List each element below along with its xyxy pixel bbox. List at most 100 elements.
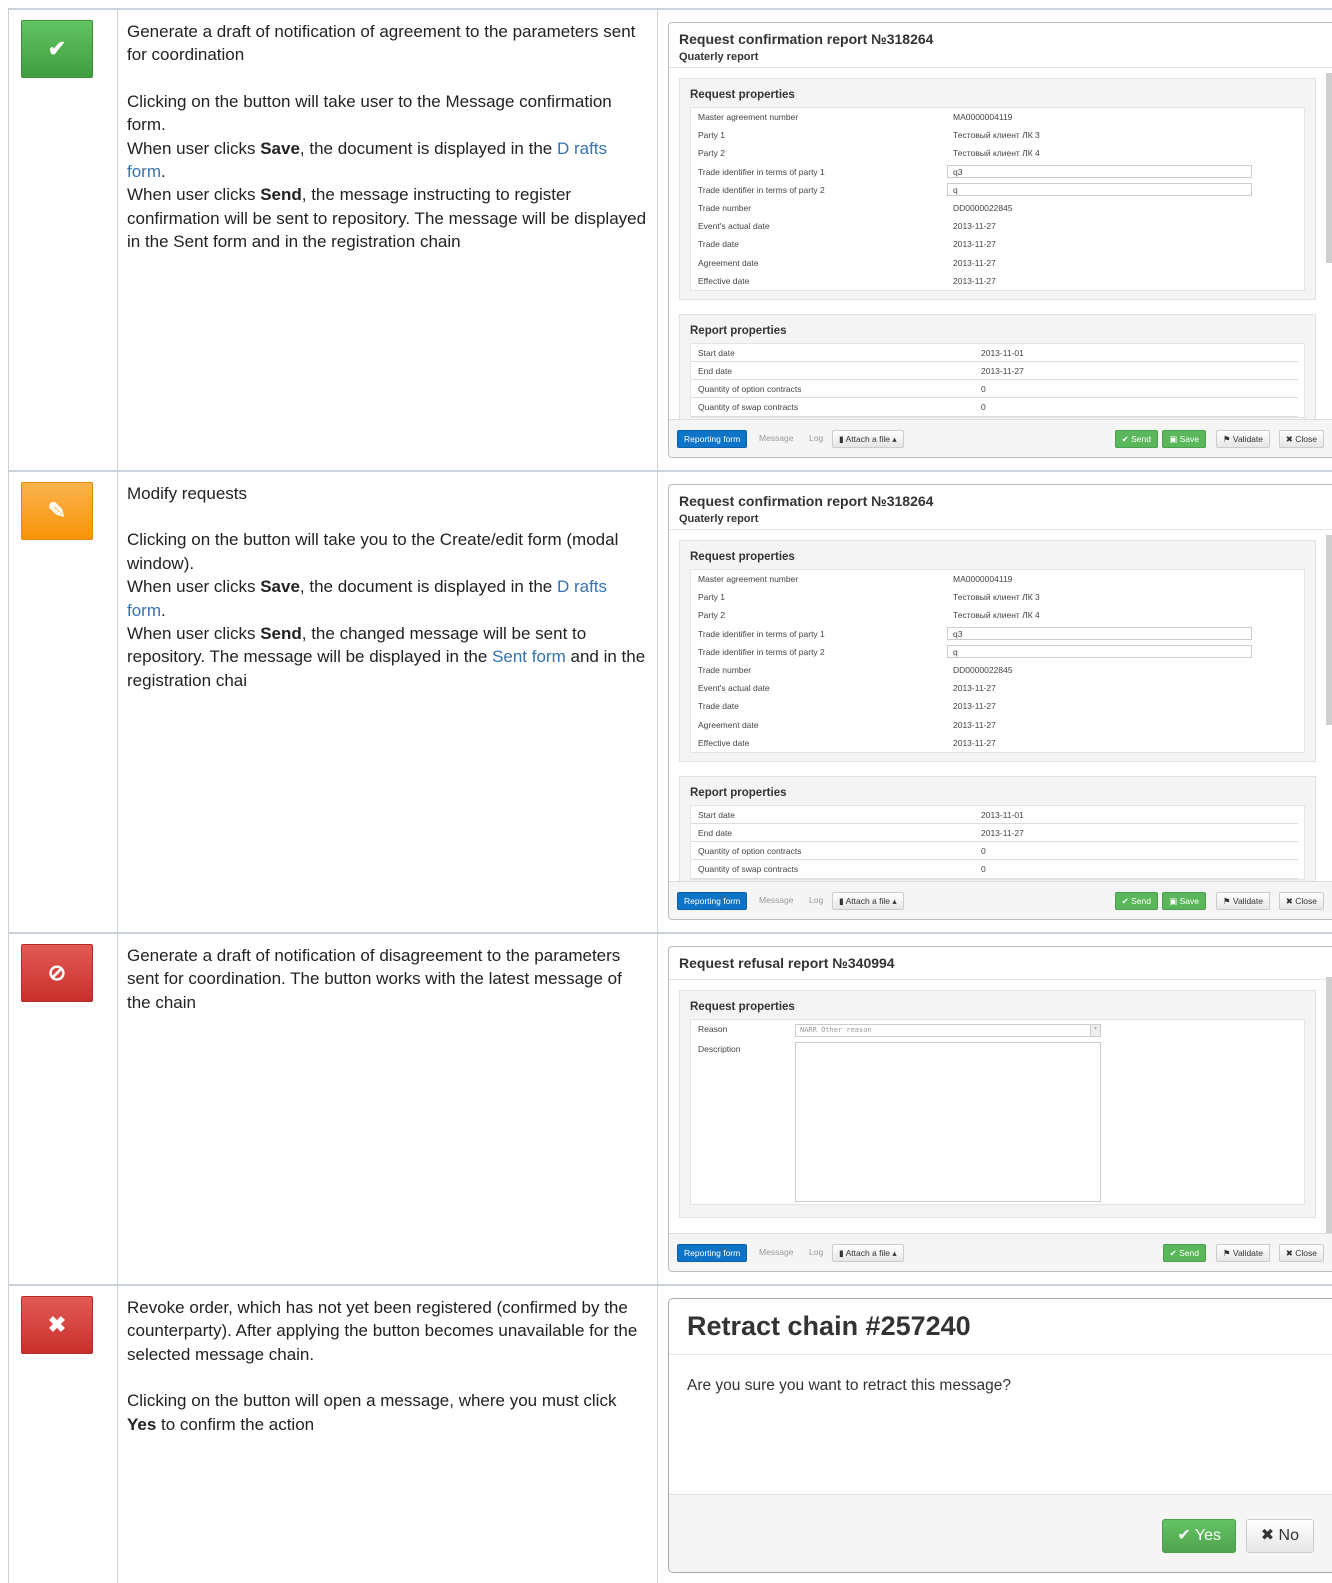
tab-reporting-form[interactable]: Reporting form	[677, 892, 748, 910]
property-value: 0	[981, 384, 986, 395]
revoke-button[interactable]: ✖	[21, 1296, 93, 1354]
chevron-down-icon: ▾	[1090, 1025, 1100, 1036]
table-row: Quantity of swap contracts 0	[691, 860, 1298, 879]
save-button[interactable]: ▣ Save	[1162, 892, 1206, 910]
sent-form-link[interactable]: Sent form	[492, 647, 566, 666]
no-button[interactable]: ✖ No	[1245, 1519, 1314, 1553]
report-title: Request confirmation report №318264	[679, 31, 934, 47]
check-icon: ✔	[1121, 896, 1129, 906]
reason-value: NARR Other reason	[800, 1026, 872, 1034]
table-row: Trade number DD0000022845	[691, 661, 1304, 679]
scrollbar[interactable]	[1326, 535, 1332, 725]
attach-file-button[interactable]: ▮ Attach a file ▴	[832, 430, 904, 448]
tab-reporting-form[interactable]: Reporting form	[677, 1244, 748, 1262]
edit-button[interactable]: ✎	[21, 482, 93, 540]
property-label: Party 2	[698, 148, 725, 159]
property-value: 0	[981, 846, 986, 857]
table-row: Trade identifier in terms of party 1 q3	[691, 625, 1304, 643]
validate-button[interactable]: ⚑ Validate	[1215, 430, 1270, 448]
file-icon: ▮	[839, 1248, 844, 1258]
approve-button[interactable]: ✔	[21, 20, 93, 78]
floppy-icon: ▣	[1169, 434, 1178, 444]
property-value: 2013-11-01	[981, 809, 1024, 820]
check-icon: ✔	[1177, 1527, 1191, 1544]
property-value: 2013-11-27	[953, 701, 996, 712]
attach-file-button[interactable]: ▮ Attach a file ▴	[832, 892, 904, 910]
table-row: ✖ Revoke order, which has not yet been r…	[8, 1284, 1332, 1583]
label: Close	[1295, 1248, 1317, 1258]
save-button[interactable]: ▣ Save	[1162, 430, 1206, 448]
tab-message[interactable]: Message	[753, 1244, 800, 1262]
table-row: Party 2 Тестовый клиент ЛК 4	[691, 606, 1304, 624]
label: No	[1278, 1527, 1299, 1544]
property-label: Trade identifier in terms of party 1	[698, 166, 825, 177]
report-title: Request refusal report №340994	[669, 947, 1332, 980]
tab-message[interactable]: Message	[753, 892, 800, 910]
description-cell: Revoke order, which has not yet been reg…	[118, 1286, 658, 1583]
send-button[interactable]: ✔ Send	[1114, 430, 1158, 448]
property-input[interactable]: q	[947, 182, 1252, 196]
send-button[interactable]: ✔ Send	[1162, 1244, 1206, 1262]
scrollbar[interactable]	[1326, 73, 1332, 263]
tab-message[interactable]: Message	[753, 430, 800, 448]
property-label: Quantity of option contracts	[698, 846, 802, 857]
label: Attach a file	[845, 1248, 891, 1258]
property-value: 2013-11-27	[981, 828, 1024, 839]
tab-log[interactable]: Log	[803, 430, 829, 448]
property-label: Trade number	[698, 664, 752, 675]
description-textarea[interactable]	[795, 1042, 1101, 1202]
close-button[interactable]: ✖ Close	[1278, 1244, 1324, 1262]
send-button[interactable]: ✔ Send	[1114, 892, 1158, 910]
property-value: Тестовый клиент ЛК 4	[953, 610, 1040, 621]
bold-text: Send	[260, 624, 302, 644]
reject-button[interactable]: ⊘	[21, 944, 93, 1002]
property-input[interactable]: q3	[947, 626, 1252, 640]
property-label: Trade date	[698, 239, 739, 250]
validate-button[interactable]: ⚑ Validate	[1215, 892, 1270, 910]
floppy-icon: ▣	[1169, 896, 1178, 906]
label: Validate	[1232, 896, 1263, 906]
close-button[interactable]: ✖ Close	[1278, 892, 1324, 910]
tab-log[interactable]: Log	[803, 1244, 829, 1262]
validate-button[interactable]: ⚑ Validate	[1215, 1244, 1270, 1262]
close-icon: ✖	[1285, 896, 1293, 906]
close-button[interactable]: ✖ Close	[1278, 430, 1324, 448]
property-value: 2013-11-27	[981, 366, 1024, 377]
table-row: Trade date 2013-11-27	[691, 697, 1304, 715]
table-row: Trade identifier in terms of party 2 q	[691, 181, 1304, 199]
property-label: Master agreement number	[698, 112, 799, 122]
modal-body: Are you sure you want to retract this me…	[687, 1377, 1011, 1394]
table-row: Start date 2013-11-01	[691, 344, 1298, 363]
description-label: Description	[698, 1044, 741, 1054]
table-row: Master agreement number MA0000004119	[691, 108, 1304, 126]
description-text: Revoke order, which has not yet been reg…	[127, 1298, 638, 1364]
reason-select[interactable]: NARR Other reason ▾	[795, 1024, 1101, 1037]
tab-log[interactable]: Log	[803, 892, 829, 910]
yes-button[interactable]: ✔ Yes	[1162, 1519, 1236, 1553]
close-icon: ✖	[1285, 1248, 1293, 1258]
description-text: When user clicks Send, the changed messa…	[127, 622, 647, 692]
tab-reporting-form[interactable]: Reporting form	[677, 430, 748, 448]
property-input[interactable]: q3	[947, 164, 1252, 178]
properties-table: Start date 2013-11-01 End date 2013-11-27 Qu…	[690, 342, 1305, 418]
attach-file-button[interactable]: ▮ Attach a file ▴	[832, 1244, 904, 1262]
table-row: Agreement date 2013-11-27	[691, 254, 1304, 272]
property-input[interactable]: q	[947, 644, 1252, 658]
property-label: Quantity of swap contracts	[698, 864, 799, 875]
text: , the document is displayed in the	[299, 577, 557, 597]
text: to confirm the action	[156, 1414, 315, 1434]
text: .	[161, 162, 166, 182]
description-text: Clicking on the button will take user to…	[127, 91, 612, 135]
scrollbar[interactable]	[1326, 977, 1332, 1233]
close-icon: ✖	[1260, 1527, 1275, 1544]
description-cell: Modify requests Clicking on the button w…	[118, 472, 658, 932]
property-value: 2013-11-27	[953, 719, 996, 730]
table-row: Event's actual date 2013-11-27	[691, 217, 1304, 235]
report-panel: Request confirmation report №318264 Quat…	[668, 22, 1332, 458]
check-icon: ✔	[1121, 434, 1129, 444]
text: When user clicks	[127, 138, 261, 158]
panel-footer: Reporting form Message Log ▮ Attach a fi…	[669, 419, 1332, 457]
table-row: Effective date 2013-11-27	[691, 272, 1304, 290]
property-label: Party 1	[698, 130, 725, 141]
property-value: 2013-11-27	[953, 275, 996, 286]
